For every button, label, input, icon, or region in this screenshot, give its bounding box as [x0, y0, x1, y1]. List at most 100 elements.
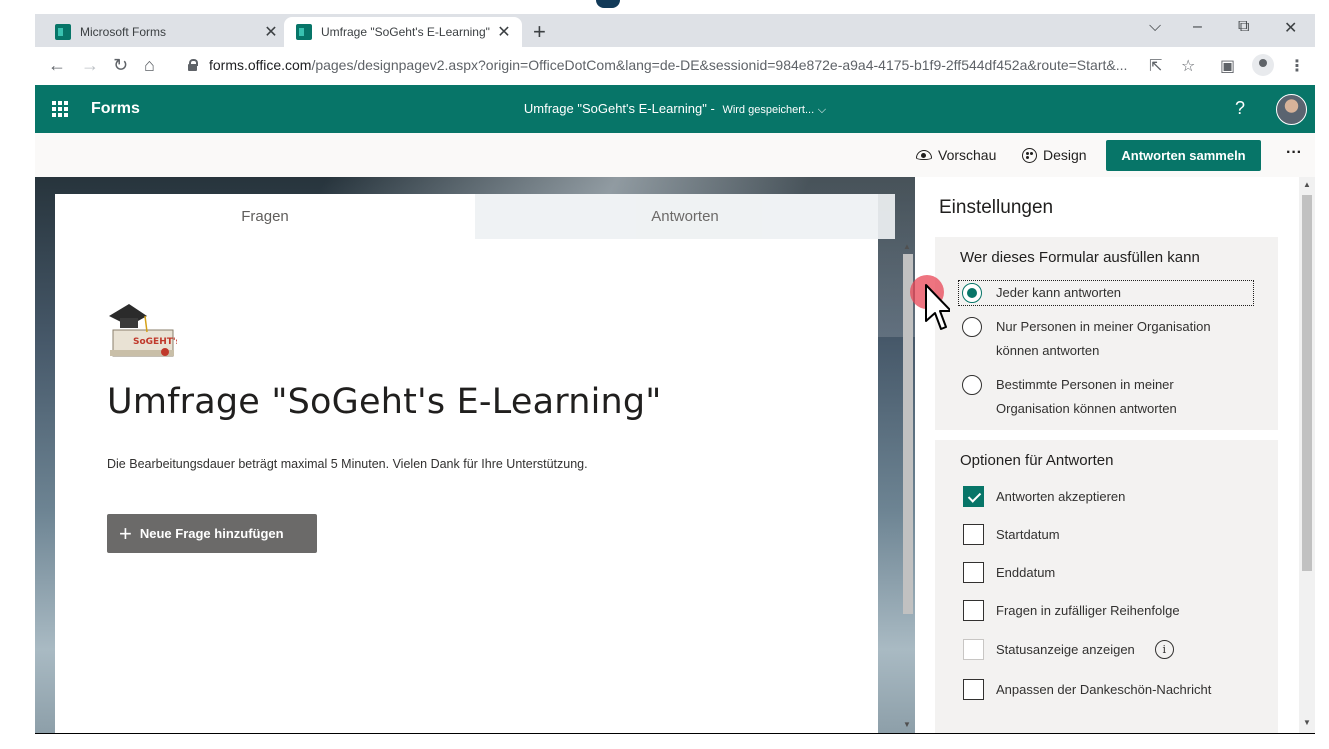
form-scrollbar[interactable]: ▲ ▼ [901, 240, 915, 733]
form-canvas: Fragen Antworten SoGEHT's! Umfrage "SoGe… [35, 177, 915, 733]
side-panel-icon[interactable]: ▣ [1220, 56, 1235, 76]
document-title-text: Umfrage "SoGeht's E-Learning" [523, 101, 707, 116]
logo-text: SoGEHT's! [133, 337, 177, 347]
forward-arrow-icon[interactable]: → [81, 55, 99, 76]
radio-organisation[interactable]: Nur Personen in meiner Organisation könn… [962, 315, 1211, 363]
more-options-icon[interactable]: ··· [1286, 144, 1302, 162]
profile-icon[interactable] [1252, 54, 1274, 76]
plus-icon: + [119, 520, 132, 546]
eye-icon [916, 150, 932, 160]
checkbox-label: Fragen in zufälliger Reihenfolge [996, 603, 1180, 618]
back-arrow-icon[interactable]: ← [48, 55, 66, 76]
restore-window-button[interactable]: ⧉ [1238, 18, 1249, 36]
form-card: Fragen Antworten SoGEHT's! Umfrage "SoGe… [55, 194, 895, 733]
reload-icon[interactable]: ↻ [113, 55, 128, 76]
radio-specific-people[interactable]: Bestimmte Personen in meiner Organisatio… [962, 373, 1177, 421]
checkbox-label: Statusanzeige anzeigen [996, 642, 1135, 657]
browser-tab-microsoft-forms[interactable]: Microsoft Forms ✕ [43, 17, 289, 47]
checkbox[interactable] [963, 679, 984, 700]
who-can-fill-section: Wer dieses Formular ausfüllen kann Jeder… [935, 237, 1278, 430]
radio-label: Bestimmte Personen in meiner Organisatio… [996, 373, 1177, 421]
settings-scrollbar[interactable]: ▲ ▼ [1299, 177, 1315, 733]
info-icon[interactable]: i [1154, 640, 1174, 659]
forms-favicon-icon [55, 24, 71, 40]
form-logo-image[interactable]: SoGEHT's! [107, 300, 177, 362]
scroll-down-arrow-icon[interactable]: ▼ [1303, 718, 1311, 727]
forms-favicon-icon [296, 24, 312, 40]
tab-search-icon[interactable]: ⌵ [1149, 18, 1161, 36]
preview-button[interactable]: Vorschau [916, 147, 996, 163]
browser-address-bar: ← → ↻ ⌂ forms.office.com/pages/designpag… [35, 47, 1315, 85]
option-end-date[interactable]: Enddatum [963, 562, 1055, 583]
minimize-window-button[interactable]: – [1193, 18, 1202, 36]
add-question-label: Neue Frage hinzufügen [139, 526, 284, 541]
close-tab-icon[interactable]: ✕ [494, 22, 514, 42]
home-icon[interactable]: ⌂ [144, 55, 155, 76]
option-accept-responses[interactable]: Antworten akzeptieren [963, 486, 1125, 507]
radio-button[interactable] [962, 317, 982, 337]
scrollbar-thumb[interactable] [903, 254, 913, 614]
screen-recorder-marker [596, 0, 620, 8]
share-icon[interactable]: ⇱ [1149, 56, 1162, 76]
divider [35, 733, 1315, 734]
close-tab-icon[interactable]: ✕ [261, 22, 281, 42]
url-field[interactable]: forms.office.com/pages/designpagev2.aspx… [209, 57, 1139, 73]
response-options-title: Optionen für Antworten [960, 452, 1114, 469]
option-start-date[interactable]: Startdatum [963, 524, 1060, 545]
form-title[interactable]: Umfrage "SoGeht's E-Learning" [107, 382, 662, 422]
document-title[interactable]: Umfrage "SoGeht's E-Learning" - Wird ges… [35, 101, 1315, 117]
response-options-section: Optionen für Antworten Antworten akzepti… [935, 440, 1278, 733]
design-button[interactable]: Design [1022, 147, 1087, 163]
settings-pane: Einstellungen Wer dieses Formular ausfül… [915, 177, 1299, 733]
radio-label-line: Bestimmte Personen in meiner [996, 377, 1174, 392]
radio-label: Nur Personen in meiner Organisation könn… [996, 315, 1211, 363]
save-status: Wird gespeichert... [722, 104, 815, 116]
radio-label-line: Organisation können antworten [996, 401, 1177, 416]
form-tabs: Fragen Antworten [55, 194, 895, 239]
checkbox[interactable] [963, 639, 984, 660]
option-shuffle-questions[interactable]: Fragen in zufälliger Reihenfolge [963, 600, 1180, 621]
radio-button[interactable] [962, 375, 982, 395]
tab-questions[interactable]: Fragen [55, 194, 475, 239]
checkbox-label: Startdatum [996, 527, 1060, 542]
checkbox-label: Antworten akzeptieren [996, 489, 1126, 504]
tab-responses[interactable]: Antworten [475, 194, 895, 239]
browser-tab-title: Umfrage "SoGeht's E-Learning" [321, 25, 490, 39]
avatar[interactable] [1276, 94, 1307, 125]
browser-tab-title: Microsoft Forms [80, 25, 167, 39]
close-window-button[interactable]: ✕ [1284, 18, 1297, 38]
option-progress-bar[interactable]: Statusanzeige anzeigen i [963, 639, 1174, 660]
checkbox[interactable] [963, 562, 984, 583]
design-label: Design [1043, 147, 1087, 163]
command-bar: Vorschau Design Antworten sammeln ··· [35, 133, 1315, 177]
mouse-cursor-icon [925, 284, 950, 330]
radio-button[interactable] [962, 283, 982, 303]
form-description[interactable]: Die Bearbeitungsdauer beträgt maximal 5 … [107, 457, 588, 471]
radio-anyone[interactable]: Jeder kann antworten [962, 281, 1121, 305]
palette-icon [1022, 147, 1037, 163]
url-path: /pages/designpagev2.aspx?origin=OfficeDo… [311, 57, 1128, 73]
lock-icon[interactable] [188, 59, 198, 71]
forms-header: Forms Umfrage "SoGeht's E-Learning" - Wi… [35, 85, 1315, 133]
checkbox[interactable] [963, 524, 984, 545]
add-question-button[interactable]: + Neue Frage hinzufügen [107, 514, 317, 553]
chevron-down-icon: ⌵ [817, 104, 827, 116]
radio-label-line: Nur Personen in meiner Organisation [996, 319, 1211, 334]
browser-tab-umfrage[interactable]: Umfrage "SoGeht's E-Learning" ✕ [284, 17, 522, 47]
collect-responses-button[interactable]: Antworten sammeln [1106, 140, 1261, 171]
bookmark-star-icon[interactable]: ☆ [1181, 56, 1195, 76]
radio-label-line: können antworten [996, 343, 1100, 358]
help-button[interactable]: ? [1235, 98, 1245, 119]
scroll-up-arrow-icon[interactable]: ▲ [903, 242, 911, 251]
checkbox[interactable] [963, 486, 984, 507]
new-tab-button[interactable]: + [533, 19, 546, 45]
scrollbar-thumb[interactable] [1302, 195, 1312, 571]
scroll-down-arrow-icon[interactable]: ▼ [903, 720, 911, 729]
browser-menu-icon[interactable]: ⋮ [1289, 56, 1305, 76]
checkbox[interactable] [963, 600, 984, 621]
who-can-fill-title: Wer dieses Formular ausfüllen kann [960, 249, 1200, 266]
scroll-up-arrow-icon[interactable]: ▲ [1303, 180, 1311, 189]
option-thank-you-message[interactable]: Anpassen der Dankeschön-Nachricht [963, 679, 1211, 700]
checkbox-label: Enddatum [996, 565, 1056, 580]
preview-label: Vorschau [938, 147, 997, 163]
